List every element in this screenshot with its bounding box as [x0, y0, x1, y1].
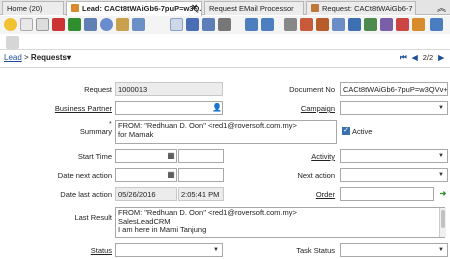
- person-search-icon[interactable]: 👤: [210, 101, 224, 115]
- activity-dropdown[interactable]: ▼: [340, 149, 448, 163]
- save-icon[interactable]: [68, 18, 81, 31]
- lead-window-icon: [71, 4, 79, 12]
- archive-icon[interactable]: [218, 18, 231, 31]
- export-icon[interactable]: [412, 18, 425, 31]
- summary-textarea[interactable]: FROM: "Redhuan D. Oon" <red1@roversoft.c…: [115, 120, 337, 144]
- tab-home-label: Home (20): [7, 4, 43, 13]
- tab-request-email-processor-label: Request EMail Processor: [209, 4, 294, 13]
- record-navigator: ⏮ ◀ 2/2 ▶: [397, 53, 444, 63]
- breadcrumb-separator: >: [21, 53, 31, 62]
- task-status-dropdown[interactable]: ▼: [340, 243, 448, 257]
- request-icon[interactable]: [348, 18, 361, 31]
- request-window-icon: [311, 4, 319, 12]
- request-label: Request: [84, 85, 112, 94]
- business-partner-label[interactable]: Business Partner: [55, 104, 112, 113]
- activity-label[interactable]: Activity: [311, 152, 335, 161]
- document-no-field[interactable]: CACt8tWAiGb6-7puP=w3QVv+ui: [340, 82, 448, 96]
- business-partner-field[interactable]: [115, 101, 223, 115]
- zoom-across-icon[interactable]: [316, 18, 329, 31]
- status-dropdown[interactable]: ▼: [115, 243, 223, 257]
- customize-icon[interactable]: [396, 18, 409, 31]
- print-preview-icon[interactable]: [300, 18, 313, 31]
- date-last-action-date-field: 05/26/2016: [115, 187, 177, 201]
- order-label[interactable]: Order: [316, 190, 335, 199]
- tab-request-email-processor[interactable]: Request EMail Processor: [204, 1, 304, 15]
- form-view-icon[interactable]: [6, 36, 19, 49]
- breadcrumb-current[interactable]: Requests▾: [31, 53, 71, 62]
- delete-record-icon[interactable]: [52, 18, 65, 31]
- copy-record-icon[interactable]: [36, 18, 49, 31]
- active-checkbox[interactable]: ✓: [342, 127, 350, 135]
- grid-toggle-icon[interactable]: [186, 18, 199, 31]
- product-info-icon[interactable]: [364, 18, 377, 31]
- active-workflows-icon[interactable]: [332, 18, 345, 31]
- record-position: 2/2: [422, 53, 434, 62]
- find-icon[interactable]: [100, 18, 113, 31]
- scrollbar-thumb[interactable]: [441, 210, 445, 228]
- tab-lead[interactable]: Lead: CACt8tWAiGb6-7puP=w3Q... ✕: [66, 1, 202, 16]
- calendar-icon[interactable]: ▦: [164, 149, 178, 163]
- next-record-icon[interactable]: ▶: [438, 53, 444, 62]
- help-icon[interactable]: [4, 18, 17, 31]
- attachment-selected-icon[interactable]: [170, 18, 183, 31]
- order-refresh-icon[interactable]: ➜: [436, 187, 450, 201]
- last-result-scrollbar[interactable]: [439, 208, 446, 237]
- new-record-icon[interactable]: [20, 18, 33, 31]
- start-time-label: Start Time: [77, 152, 112, 161]
- task-status-label: Task Status: [296, 246, 335, 255]
- history-icon[interactable]: [116, 18, 129, 31]
- breadcrumb-lead-link[interactable]: Lead: [4, 53, 22, 62]
- tab-request-label: Request: CACt8tWAiGb6-7: [322, 4, 413, 13]
- header-divider: [0, 67, 450, 68]
- window-tab-bar: Home (20) Lead: CACt8tWAiGb6-7puP=w3Q...…: [0, 0, 450, 16]
- breadcrumb-dropdown-icon: ▾: [66, 53, 71, 62]
- parent-record-icon[interactable]: [245, 18, 258, 31]
- tab-lead-label: Lead: CACt8tWAiGb6-7puP=w3Q...: [82, 4, 202, 13]
- close-tab-icon[interactable]: ✕: [191, 3, 198, 12]
- next-action-label: Next action: [297, 171, 335, 180]
- document-no-label: Document No: [289, 85, 335, 94]
- tab-request[interactable]: Request: CACt8tWAiGb6-7: [306, 1, 416, 15]
- collapse-up-icon[interactable]: ︽: [437, 1, 446, 14]
- process-icon[interactable]: [430, 18, 443, 31]
- chevron-down-icon: ▼: [438, 153, 444, 159]
- chat-icon[interactable]: [202, 18, 215, 31]
- campaign-dropdown[interactable]: ▼: [340, 101, 448, 115]
- next-action-dropdown[interactable]: ▼: [340, 168, 448, 182]
- status-label[interactable]: Status: [91, 246, 112, 255]
- date-next-action-time-field[interactable]: [178, 168, 224, 182]
- secondary-toolbar: [0, 34, 450, 50]
- breadcrumb-current-label: Requests: [30, 53, 67, 62]
- detail-record-icon[interactable]: [261, 18, 274, 31]
- refresh-icon[interactable]: [84, 18, 97, 31]
- last-result-textarea[interactable]: FROM: "Redhuan D. Oon" <red1@roversoft.c…: [115, 207, 445, 238]
- archived-docs-icon[interactable]: [380, 18, 393, 31]
- chevron-down-icon: ▼: [438, 105, 444, 111]
- date-last-action-label: Date last action: [60, 190, 112, 199]
- breadcrumb: Lead > Requests▾: [4, 53, 71, 62]
- request-field: 1000013: [115, 82, 223, 96]
- date-last-action-time-field: 2:05:41 PM: [178, 187, 224, 201]
- summary-label: Summary: [79, 127, 112, 136]
- chevron-down-icon: ▼: [438, 247, 444, 253]
- main-toolbar: [0, 16, 450, 34]
- attachment-icon[interactable]: [132, 18, 145, 31]
- previous-record-icon[interactable]: ◀: [412, 53, 418, 62]
- chevron-down-icon: ▼: [438, 172, 444, 178]
- active-label: Active: [352, 127, 373, 136]
- order-field[interactable]: [340, 187, 434, 201]
- date-next-action-label: Date next action: [57, 171, 112, 180]
- report-icon[interactable]: [284, 18, 297, 31]
- start-time-time-field[interactable]: [178, 149, 224, 163]
- calendar-icon[interactable]: ▦: [164, 168, 178, 182]
- last-result-label: Last Result: [74, 213, 112, 222]
- chevron-down-icon: ▼: [213, 247, 219, 253]
- first-record-icon[interactable]: ⏮: [400, 53, 407, 62]
- tab-home[interactable]: Home (20): [2, 1, 64, 15]
- campaign-label[interactable]: Campaign: [301, 104, 335, 113]
